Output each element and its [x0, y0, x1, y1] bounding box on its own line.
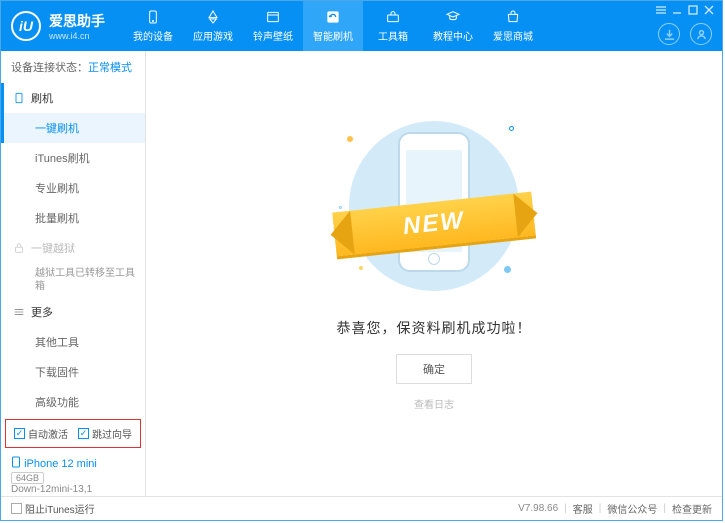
update-link[interactable]: 检查更新: [672, 501, 712, 516]
window-controls: [648, 1, 722, 19]
version-label: V7.98.66: [518, 503, 558, 514]
success-illustration: NEW: [329, 116, 539, 296]
support-link[interactable]: 客服: [573, 501, 593, 516]
nav-ringtone-wallpaper[interactable]: 铃声壁纸: [243, 1, 303, 51]
sidebar-item-oneclick-flash[interactable]: 一键刷机: [1, 113, 145, 143]
nav-store[interactable]: 爱思商城: [483, 1, 543, 51]
toolbox-icon: [384, 9, 402, 25]
menu-icon[interactable]: [654, 4, 668, 16]
device-model: Down-12mini-13,1: [11, 484, 135, 495]
apps-icon: [204, 9, 222, 25]
device-icon: [144, 9, 162, 25]
phone-icon: [13, 92, 25, 104]
app-logo: iU 爱思助手 www.i4.cn: [1, 11, 115, 41]
sidebar-section-more[interactable]: 更多: [1, 297, 145, 327]
nav-smart-flash[interactable]: 智能刷机: [303, 1, 363, 51]
account-button[interactable]: [690, 23, 712, 45]
app-url: www.i4.cn: [49, 31, 105, 41]
nav-apps-games[interactable]: 应用游戏: [183, 1, 243, 51]
nav-toolbox[interactable]: 工具箱: [363, 1, 423, 51]
wechat-link[interactable]: 微信公众号: [607, 501, 657, 516]
status-bar: 阻止iTunes运行 V7.98.66 | 客服 | 微信公众号 | 检查更新: [1, 496, 722, 520]
lock-icon: [13, 242, 25, 254]
main-nav: 我的设备 应用游戏 铃声壁纸 智能刷机 工具箱 教程中心: [123, 1, 543, 51]
checkbox-block-itunes[interactable]: 阻止iTunes运行: [11, 501, 95, 516]
wallpaper-icon: [264, 9, 282, 25]
connection-status: 设备连接状态：正常模式: [1, 51, 145, 83]
checkbox-auto-activate[interactable]: ✓自动激活: [14, 426, 68, 441]
minimize-icon[interactable]: [670, 4, 684, 16]
sidebar-item-batch-flash[interactable]: 批量刷机: [1, 203, 145, 233]
tutorial-icon: [444, 9, 462, 25]
logo-icon: iU: [11, 11, 41, 41]
checkbox-skip-guide[interactable]: ✓跳过向导: [78, 426, 132, 441]
device-name: iPhone 12 mini: [24, 458, 97, 470]
device-icon: [11, 456, 21, 468]
sidebar-item-download-firmware[interactable]: 下载固件: [1, 357, 145, 387]
flash-icon: [324, 9, 342, 25]
sidebar-item-advanced[interactable]: 高级功能: [1, 387, 145, 417]
download-button[interactable]: [658, 23, 680, 45]
view-log-link[interactable]: 查看日志: [414, 396, 454, 411]
sidebar-section-flash[interactable]: 刷机: [1, 83, 145, 113]
nav-tutorials[interactable]: 教程中心: [423, 1, 483, 51]
app-body: 设备连接状态：正常模式 刷机 一键刷机 iTunes刷机 专业刷机 批量刷机 一…: [1, 51, 722, 496]
app-name: 爱思助手: [49, 13, 105, 29]
main-panel: NEW 恭喜您，保资料刷机成功啦！ 确定 查看日志: [146, 51, 722, 496]
sidebar: 设备连接状态：正常模式 刷机 一键刷机 iTunes刷机 专业刷机 批量刷机 一…: [1, 51, 146, 496]
device-info[interactable]: iPhone 12 mini 64GB Down-12mini-13,1: [1, 450, 145, 501]
user-controls: [658, 23, 712, 45]
store-icon: [504, 9, 522, 25]
sidebar-section-jailbreak: 一键越狱: [1, 233, 145, 263]
maximize-icon[interactable]: [686, 4, 700, 16]
flash-options: ✓自动激活 ✓跳过向导: [5, 419, 141, 448]
nav-my-device[interactable]: 我的设备: [123, 1, 183, 51]
sidebar-item-other-tools[interactable]: 其他工具: [1, 327, 145, 357]
jailbreak-note: 越狱工具已转移至工具箱: [1, 263, 145, 297]
sidebar-item-itunes-flash[interactable]: iTunes刷机: [1, 143, 145, 173]
close-icon[interactable]: [702, 4, 716, 16]
confirm-button[interactable]: 确定: [396, 354, 472, 384]
sidebar-item-pro-flash[interactable]: 专业刷机: [1, 173, 145, 203]
success-message: 恭喜您，保资料刷机成功啦！: [337, 318, 532, 338]
device-storage: 64GB: [11, 472, 44, 484]
title-bar: iU 爱思助手 www.i4.cn 我的设备 应用游戏 铃声壁纸 智能刷机: [1, 1, 722, 51]
menu-lines-icon: [13, 306, 25, 318]
app-window: iU 爱思助手 www.i4.cn 我的设备 应用游戏 铃声壁纸 智能刷机: [0, 0, 723, 521]
